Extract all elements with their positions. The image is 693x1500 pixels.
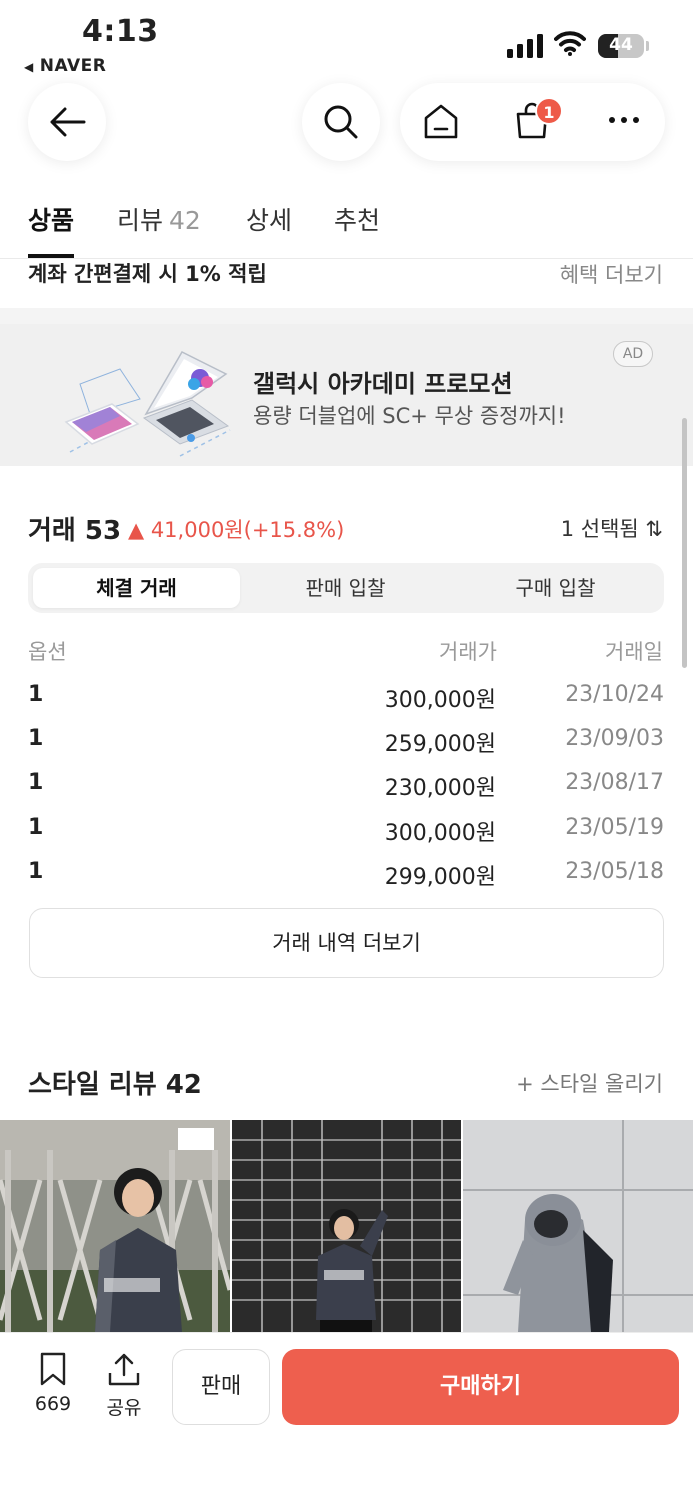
ad-title: 갤럭시 아카데미 프로모션 — [253, 370, 513, 398]
battery-cap — [646, 41, 649, 51]
laptop-illustration — [64, 351, 231, 457]
style-review-title: 스타일 리뷰 42 — [28, 1070, 202, 1100]
option-selector[interactable]: 1 선택됨 ⇅ — [561, 513, 663, 543]
cart-badge: 1 — [535, 97, 563, 125]
home-icon[interactable] — [422, 101, 460, 141]
style-review-header: 스타일 리뷰 42 + 스타일 올리기 — [28, 1064, 663, 1100]
trade-price: 259,000원 — [384, 732, 496, 757]
tab-detail[interactable]: 상세 — [246, 201, 292, 237]
battery-level: 44 — [609, 35, 633, 55]
bookmark-count: 669 — [34, 1393, 72, 1415]
more-trade-history-button[interactable]: 거래 내역 더보기 — [29, 908, 664, 978]
bookmark-icon — [40, 1352, 66, 1386]
trade-date: 23/09/03 — [565, 726, 664, 751]
trade-price: 300,000원 — [384, 821, 496, 846]
tab-label: 상품 — [28, 206, 75, 235]
ad-tag: AD — [613, 341, 653, 367]
search-icon — [324, 105, 358, 139]
trade-row: 1 300,000원 23/05/19 — [28, 811, 664, 851]
segment-buy-bids[interactable]: 구매 입찰 — [452, 568, 659, 608]
arrow-left-icon — [50, 107, 86, 137]
status-bar: 4:13 ◀ NAVER 44 — [0, 0, 693, 80]
trade-row: 1 299,000원 23/05/18 — [28, 855, 664, 895]
ad-banner[interactable]: 갤럭시 아카데미 프로모션 용량 더블업에 SC+ 무상 증정까지! AD — [0, 324, 693, 466]
tab-label: 리뷰 — [117, 206, 164, 235]
trade-option: 1 — [28, 770, 44, 795]
back-button[interactable] — [28, 83, 106, 161]
trade-option: 1 — [28, 815, 44, 840]
trade-option: 1 — [28, 726, 44, 751]
tab-label: 상세 — [246, 206, 293, 235]
battery-icon: 44 — [598, 34, 644, 58]
column-header-option: 옵션 — [28, 640, 67, 664]
back-app-label: NAVER — [39, 56, 107, 76]
style-photo[interactable] — [463, 1120, 693, 1332]
benefit-row: 계좌 간편결제 시 1% 적립 혜택 더보기 — [28, 258, 663, 292]
tab-label: 추천 — [334, 206, 381, 235]
style-photo-image — [232, 1120, 461, 1332]
trade-row: 1 230,000원 23/08/17 — [28, 766, 664, 806]
trade-price: 299,000원 — [384, 865, 496, 890]
trade-date: 23/10/24 — [565, 682, 664, 707]
status-time: 4:13 — [82, 14, 159, 49]
share-icon — [108, 1353, 140, 1386]
signal-icon — [507, 32, 543, 58]
ad-subtitle: 용량 더블업에 SC+ 무상 증정까지! — [253, 404, 566, 428]
scrollbar[interactable] — [682, 418, 687, 668]
upload-style-link[interactable]: + 스타일 올리기 — [516, 1068, 663, 1098]
back-to-app-link[interactable]: ◀ NAVER — [24, 56, 106, 76]
more-icon[interactable] — [607, 115, 641, 125]
trade-title: 거래 53 — [28, 516, 122, 546]
trade-price-change: ▲ 41,000원(+15.8%) — [128, 518, 345, 542]
share-button[interactable]: 공유 — [100, 1351, 148, 1420]
trade-price: 300,000원 — [384, 688, 496, 713]
benefit-text: 계좌 간편결제 시 1% 적립 — [28, 262, 267, 286]
buy-button[interactable]: 구매하기 — [282, 1349, 679, 1425]
trade-row: 1 259,000원 23/09/03 — [28, 722, 664, 762]
style-photo-image — [0, 1120, 230, 1332]
style-photo[interactable] — [0, 1120, 230, 1332]
bookmark-button[interactable]: 669 — [30, 1351, 76, 1415]
back-triangle-icon: ◀ — [24, 60, 34, 74]
trade-option: 1 — [28, 859, 44, 884]
wifi-icon — [554, 31, 586, 56]
trade-header: 거래 53 ▲ 41,000원(+15.8%) 1 선택됨 ⇅ — [28, 510, 663, 546]
search-button[interactable] — [302, 83, 380, 161]
trade-row: 1 300,000원 23/10/24 — [28, 678, 664, 718]
tab-review[interactable]: 리뷰 42 — [117, 201, 201, 237]
trade-date: 23/08/17 — [565, 770, 664, 795]
trade-date: 23/05/18 — [565, 859, 664, 884]
trade-segment-control: 체결 거래 판매 입찰 구매 입찰 — [28, 563, 664, 613]
product-tabs: 상품 리뷰 42 상세 추천 — [0, 195, 693, 259]
trade-price: 230,000원 — [384, 776, 496, 801]
section-divider — [0, 308, 693, 324]
column-header-price: 거래가 — [439, 640, 497, 664]
style-photo-image — [463, 1120, 693, 1332]
column-header-date: 거래일 — [605, 640, 663, 664]
nav-pill — [400, 83, 665, 161]
share-label: 공유 — [106, 1397, 142, 1419]
segment-completed[interactable]: 체결 거래 — [33, 568, 240, 608]
trade-date: 23/05/19 — [565, 815, 664, 840]
style-photo[interactable] — [232, 1120, 461, 1332]
segment-sell-bids[interactable]: 판매 입찰 — [242, 568, 449, 608]
tab-recommend[interactable]: 추천 — [334, 201, 380, 237]
tab-product[interactable]: 상품 — [28, 201, 74, 237]
bottom-action-bar: 669 공유 판매 구매하기 — [0, 1332, 693, 1500]
trade-option: 1 — [28, 682, 44, 707]
benefit-more-link[interactable]: 혜택 더보기 — [560, 259, 663, 289]
sell-button[interactable]: 판매 — [172, 1349, 270, 1425]
tab-review-count: 42 — [169, 206, 201, 235]
